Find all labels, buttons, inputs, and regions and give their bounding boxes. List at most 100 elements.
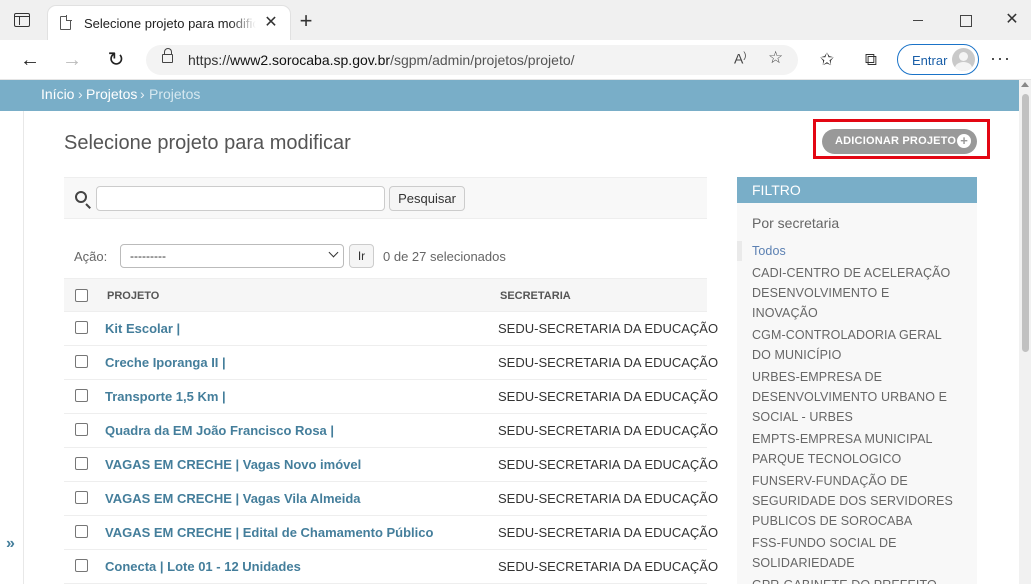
select-all-checkbox[interactable] — [75, 289, 88, 302]
table-row: Kit Escolar | SEDU-SECRETARIA DA EDUCAÇÃ… — [64, 312, 718, 346]
row-checkbox[interactable] — [75, 457, 88, 470]
secretaria-cell: SEDU-SECRETARIA DA EDUCAÇÃO — [498, 457, 719, 472]
collections-icon[interactable]: ⧉ — [861, 50, 881, 70]
url-host: www2.sorocaba.sp.gov.br — [230, 52, 391, 68]
maximize-window-icon[interactable] — [955, 10, 975, 30]
browser-tab[interactable]: Selecione projeto para modificar ✕ — [48, 6, 290, 40]
page-title: Selecione projeto para modificar — [64, 132, 351, 154]
close-window-icon[interactable]: ✕ — [1002, 10, 1022, 30]
row-checkbox[interactable] — [75, 321, 88, 334]
scroll-up-icon[interactable] — [1021, 82, 1029, 87]
add-project-button[interactable]: ADICIONAR PROJETO + — [822, 129, 977, 154]
page-favicon-icon — [60, 15, 72, 30]
project-link[interactable]: VAGAS EM CRECHE | Edital de Chamamento P… — [105, 525, 433, 540]
breadcrumb-home-link[interactable]: Início — [41, 86, 74, 102]
breadcrumb: Início › Projetos › Projetos — [0, 80, 1019, 111]
filter-header: FILTRO — [737, 177, 977, 203]
filter-item-todos[interactable]: Todos — [737, 241, 977, 261]
sidebar-toggle-icon[interactable]: » — [6, 535, 15, 553]
breadcrumb-separator: › — [78, 86, 83, 102]
secretaria-cell: SEDU-SECRETARIA DA EDUCAÇÃO — [498, 423, 719, 438]
project-link[interactable]: Conecta | Lote 01 - 12 Unidades — [105, 559, 301, 574]
results-table: PROJETO SECRETARIA Kit Escolar | SEDU-SE… — [64, 278, 718, 584]
action-select-value: --------- — [130, 249, 166, 263]
add-favorite-icon[interactable]: ☆ — [768, 48, 783, 68]
breadcrumb-separator: › — [140, 86, 145, 102]
new-tab-icon[interactable]: + — [296, 10, 316, 32]
search-button[interactable]: Pesquisar — [389, 186, 465, 211]
row-checkbox[interactable] — [75, 423, 88, 436]
project-link[interactable]: Creche Iporanga II | — [105, 355, 226, 370]
signin-button[interactable]: Entrar — [897, 44, 979, 75]
action-select[interactable]: --------- — [120, 244, 344, 268]
table-row: Conecta | Lote 01 - 12 Unidades SEDU-SEC… — [64, 550, 718, 584]
project-link[interactable]: VAGAS EM CRECHE | Vagas Novo imóvel — [105, 457, 361, 472]
row-checkbox[interactable] — [75, 389, 88, 402]
chevron-down-icon — [328, 247, 339, 258]
url-prefix: https:// — [188, 52, 231, 68]
table-row: Creche Iporanga II | SEDU-SECRETARIA DA … — [64, 346, 718, 380]
filter-title: FILTRO — [752, 182, 801, 198]
page-scrollbar[interactable] — [1019, 80, 1031, 584]
project-link[interactable]: Quadra da EM João Francisco Rosa | — [105, 423, 334, 438]
table-row: Quadra da EM João Francisco Rosa | SEDU-… — [64, 414, 718, 448]
table-row: VAGAS EM CRECHE | Vagas Vila Almeida SED… — [64, 482, 718, 516]
row-checkbox[interactable] — [75, 355, 88, 368]
row-checkbox[interactable] — [75, 559, 88, 572]
search-icon — [75, 191, 87, 203]
bulk-actions: Ação: --------- Ir 0 de 27 selecionados — [64, 241, 707, 271]
lock-icon[interactable] — [162, 48, 173, 63]
project-link[interactable]: Transporte 1,5 Km | — [105, 389, 226, 404]
read-aloud-icon[interactable]: A) — [734, 50, 746, 67]
refresh-icon[interactable]: ↻ — [104, 48, 128, 72]
column-header-secretaria[interactable]: SECRETARIA — [500, 290, 571, 302]
filter-list: Todos CADI-CENTRO DE ACELERAÇÃO DESENVOL… — [737, 241, 977, 584]
address-bar[interactable]: https://www2.sorocaba.sp.gov.br/sgpm/adm… — [146, 45, 798, 75]
table-row: VAGAS EM CRECHE | Edital de Chamamento P… — [64, 516, 718, 550]
tab-title: Selecione projeto para modificar — [84, 16, 256, 31]
filter-item[interactable]: CGM-CONTROLADORIA GERAL DO MUNICÍPIO — [737, 325, 977, 365]
url-text[interactable]: https://www2.sorocaba.sp.gov.br/sgpm/adm… — [188, 52, 575, 68]
favorites-icon[interactable]: ✩ — [817, 50, 837, 70]
tab-close-icon[interactable]: ✕ — [262, 14, 280, 32]
secretaria-cell: SEDU-SECRETARIA DA EDUCAÇÃO — [498, 525, 719, 540]
minimize-window-icon[interactable] — [908, 10, 928, 30]
project-link[interactable]: Kit Escolar | — [105, 321, 180, 336]
add-project-label: ADICIONAR PROJETO — [835, 135, 957, 147]
filter-item[interactable]: EMPTS-EMPRESA MUNICIPAL PARQUE TECNOLOGI… — [737, 429, 977, 469]
filter-subtitle: Por secretaria — [752, 215, 840, 231]
avatar-icon — [952, 48, 975, 71]
more-options-icon[interactable]: ··· — [990, 48, 1011, 69]
secretaria-cell: SEDU-SECRETARIA DA EDUCAÇÃO — [498, 355, 719, 370]
filter-item[interactable]: FUNSERV-FUNDAÇÃO DE SEGURIDADE DOS SERVI… — [737, 471, 977, 531]
browser-toolbar: ← → ↻ https://www2.sorocaba.sp.gov.br/sg… — [0, 40, 1031, 80]
breadcrumb-current: Projetos — [149, 86, 201, 102]
row-checkbox[interactable] — [75, 491, 88, 504]
url-path: /sgpm/admin/projetos/projeto/ — [390, 52, 575, 68]
signin-label: Entrar — [912, 53, 948, 68]
search-input[interactable] — [96, 186, 385, 211]
scrollbar-thumb[interactable] — [1022, 94, 1029, 352]
nav-sidebar-collapsed: » — [0, 111, 24, 584]
project-link[interactable]: VAGAS EM CRECHE | Vagas Vila Almeida — [105, 491, 361, 506]
filter-item[interactable]: URBES-EMPRESA DE DESENVOLVIMENTO URBANO … — [737, 367, 977, 427]
back-arrow-icon[interactable]: ← — [18, 48, 42, 72]
secretaria-cell: SEDU-SECRETARIA DA EDUCAÇÃO — [498, 389, 719, 404]
table-row: Transporte 1,5 Km | SEDU-SECRETARIA DA E… — [64, 380, 718, 414]
filter-item[interactable]: CADI-CENTRO DE ACELERAÇÃO DESENVOLVIMENT… — [737, 263, 977, 323]
selection-counter: 0 de 27 selecionados — [383, 249, 506, 264]
filter-item[interactable]: FSS-FUNDO SOCIAL DE SOLIDARIEDADE — [737, 533, 977, 573]
forward-arrow-icon[interactable]: → — [60, 48, 84, 72]
table-header: PROJETO SECRETARIA — [64, 278, 707, 312]
plus-icon: + — [957, 134, 971, 148]
filter-panel: FILTRO Por secretaria Todos CADI-CENTRO … — [737, 177, 977, 584]
tab-actions-icon[interactable] — [14, 13, 30, 27]
filter-item[interactable]: GPR-GABINETE DO PREFEITO — [737, 575, 977, 584]
browser-tab-strip: Selecione projeto para modificar ✕ + ✕ — [0, 0, 1031, 40]
row-checkbox[interactable] — [75, 525, 88, 538]
breadcrumb-section-link[interactable]: Projetos — [86, 86, 137, 102]
run-action-button[interactable]: Ir — [349, 244, 374, 268]
column-header-projeto[interactable]: PROJETO — [107, 290, 159, 302]
search-toolbar: Pesquisar — [64, 177, 707, 219]
table-row: VAGAS EM CRECHE | Vagas Novo imóvel SEDU… — [64, 448, 718, 482]
